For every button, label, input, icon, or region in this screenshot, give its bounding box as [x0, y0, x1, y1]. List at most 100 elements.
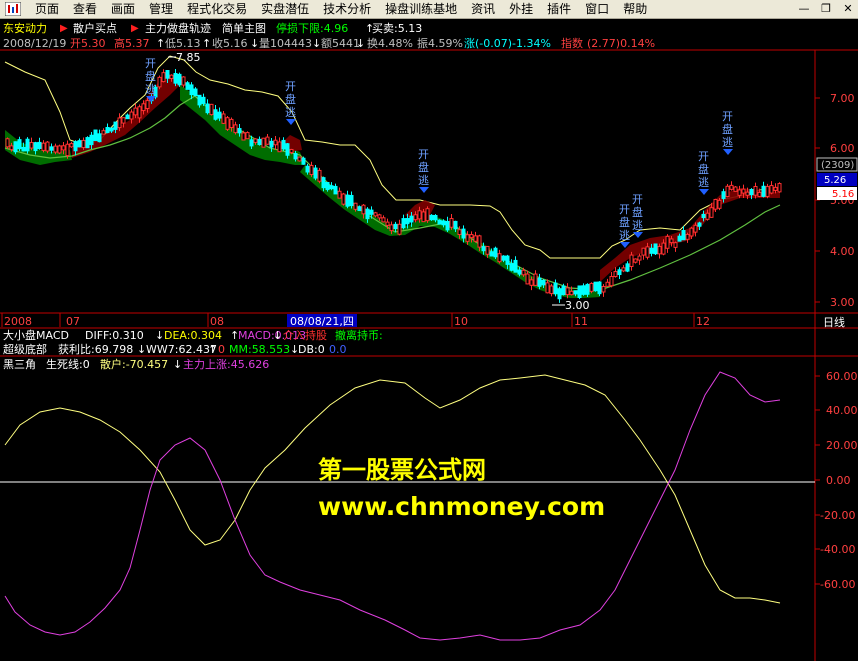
candle-body [457, 229, 462, 236]
candle-body [49, 146, 54, 151]
candle-body [557, 288, 562, 300]
candle-body [777, 183, 782, 193]
candle-body [729, 184, 734, 190]
escape-signal[interactable]: 开 盘 逃 [619, 203, 630, 248]
candle-body [101, 130, 106, 135]
candle-body [689, 227, 694, 237]
svg-text:开: 开 [619, 203, 630, 216]
candle-body [313, 167, 318, 179]
candle-body [749, 188, 754, 196]
escape-signal[interactable]: 开 盘 逃 [722, 110, 733, 155]
candle-body [289, 148, 294, 154]
arrow-down-icon-4: ↓ [155, 329, 165, 342]
candle-body [89, 134, 94, 146]
escape-signal[interactable]: 开 盘 逃 [285, 80, 296, 125]
candle-body [545, 282, 550, 294]
candle-body [57, 145, 62, 154]
candle-body [417, 210, 422, 220]
candle-body [269, 140, 274, 148]
candle-body [701, 213, 706, 219]
signal-arrow-icon [286, 119, 296, 125]
candle-body [157, 76, 162, 88]
candle-body [297, 156, 302, 162]
dea-value: DEA:0.304 [164, 329, 222, 342]
escape-signal[interactable]: 开 盘 逃 [632, 193, 643, 238]
candle-body [317, 169, 322, 182]
candle-body [713, 198, 718, 210]
osc-tick-label: 40.00 [826, 404, 858, 417]
candle-body [365, 208, 370, 220]
candle-body [305, 165, 310, 173]
candle-body [181, 76, 186, 86]
db-value: DB:0 [298, 343, 325, 356]
candle-body [525, 273, 530, 285]
time-tick-label: 07 [66, 315, 80, 328]
candle-body [137, 106, 142, 119]
candle-body [533, 273, 538, 286]
candle-body [121, 117, 126, 124]
candle-body [641, 247, 646, 256]
candle-body [497, 253, 502, 263]
life-death-value: 生死线:0 [46, 358, 90, 371]
candle-body [281, 139, 286, 150]
candle-body [65, 143, 70, 157]
candle-body [241, 132, 246, 141]
svg-text:盘: 盘 [722, 122, 733, 136]
candle-body [413, 214, 418, 221]
svg-text:盘: 盘 [632, 205, 643, 219]
candle-body [237, 128, 242, 134]
candle-body [301, 157, 306, 165]
candle-body [541, 279, 546, 286]
candle-body [717, 199, 722, 209]
super-bottom-name[interactable]: 超级底部 [3, 343, 47, 356]
candle-body [753, 185, 758, 196]
diff-value: DIFF:0.310 [85, 329, 144, 342]
zero-value-1: 0 [218, 343, 225, 356]
candle-body [217, 111, 222, 119]
svg-text:盘: 盘 [698, 162, 709, 176]
period-label[interactable]: 日线 [823, 315, 845, 329]
candle-body [397, 223, 402, 235]
zero-value-2: 0.0 [329, 343, 347, 356]
candle-body [697, 222, 702, 227]
signal-arrow-icon [419, 187, 429, 193]
svg-text:逃: 逃 [285, 106, 296, 119]
candle-body [481, 246, 486, 252]
high-price-annotation: 7.85 [176, 51, 201, 64]
time-tick-label: 12 [696, 315, 710, 328]
escape-signal[interactable]: 开 盘 逃 [418, 148, 429, 193]
escape-signal[interactable]: 开 盘 逃 [698, 150, 709, 195]
candle-body [189, 84, 194, 96]
candle-body [221, 113, 226, 124]
escape-signal[interactable]: 开 盘 逃 [145, 57, 156, 102]
candle-body [485, 245, 490, 255]
price-tick-label: 6.00 [830, 142, 855, 155]
svg-text:开: 开 [698, 150, 709, 163]
withdraw-label: 撤离持币: [335, 329, 383, 342]
candle-body [37, 141, 42, 150]
candle-body [645, 246, 650, 258]
osc-tick-label: 60.00 [826, 370, 858, 383]
candle-body [345, 194, 350, 207]
osc-indicator-name[interactable]: 黑三角 [3, 358, 36, 371]
candle-body [473, 235, 478, 242]
sub-indicator-name[interactable]: 大小盘MACD [3, 329, 69, 342]
svg-text:逃: 逃 [722, 136, 733, 149]
candle-body [629, 254, 634, 268]
candle-body [401, 218, 406, 229]
candle-body [405, 218, 410, 225]
candle-body [29, 142, 34, 149]
candle-body [653, 243, 658, 255]
candle-body [209, 103, 214, 116]
escape-signal-text: 开 [145, 57, 156, 70]
candle-body [657, 246, 662, 255]
time-tick-label: 2008 [4, 315, 32, 328]
candle-body [521, 269, 526, 276]
svg-text:开: 开 [632, 193, 643, 206]
candle-body [261, 137, 266, 148]
candle-body [13, 141, 18, 153]
candle-body [633, 258, 638, 263]
candle-body [117, 117, 122, 129]
svg-text:开: 开 [418, 148, 429, 161]
candle-body [693, 224, 698, 233]
